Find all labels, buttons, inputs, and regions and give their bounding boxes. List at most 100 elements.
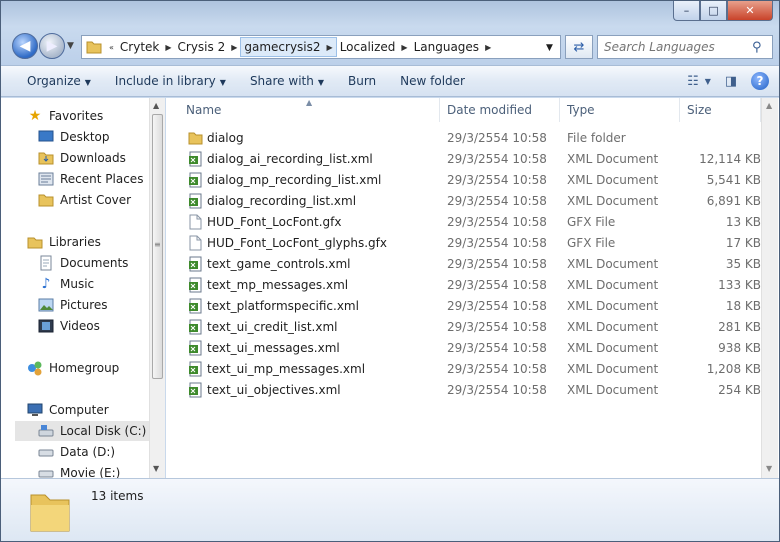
command-bar: Organize ▼ Include in library ▼ Share with… <box>1 65 779 97</box>
file-type: XML Document <box>567 383 659 397</box>
file-size: 1,208 KB <box>706 362 761 376</box>
file-type: XML Document <box>567 152 659 166</box>
column-header-date[interactable]: Date modified <box>440 98 560 122</box>
file-row-dialog[interactable]: dialog 29/3/2554 10:58 File folder <box>166 128 761 149</box>
scroll-thumb[interactable]: ≡ <box>152 114 163 379</box>
breadcrumb-crytek[interactable]: Crytek ▶ <box>117 36 175 58</box>
file-type: XML Document <box>567 194 659 208</box>
preview-pane-icon: ◨ <box>724 73 738 89</box>
column-header-name[interactable]: Name <box>166 98 440 122</box>
xml-file-icon <box>189 298 202 314</box>
nav-label: Downloads <box>60 151 126 165</box>
back-button[interactable]: ◀ <box>12 33 38 59</box>
xml-file-icon <box>189 319 202 335</box>
scroll-down-icon[interactable]: ▼ <box>766 464 772 473</box>
column-header-size[interactable]: Size <box>680 98 761 122</box>
close-button[interactable]: ✕ <box>727 1 773 21</box>
computer-icon <box>27 402 43 418</box>
file-name: text_ui_messages.xml <box>207 341 340 355</box>
file-type: GFX File <box>567 215 616 229</box>
nav-scrollbar[interactable]: ▲ ≡ ▼ <box>149 98 165 478</box>
column-header-type[interactable]: Type <box>560 98 680 122</box>
refresh-button[interactable]: ⇄ <box>565 35 593 59</box>
minimize-button[interactable]: – <box>673 1 700 21</box>
back-arrow-icon: ◀ <box>19 38 31 54</box>
breadcrumb-label: Localized <box>339 40 396 54</box>
file-row[interactable]: dialog_recording_list.xml 29/3/2554 10:5… <box>166 191 761 212</box>
preview-pane-button[interactable]: ◨ <box>719 70 743 92</box>
file-date: 29/3/2554 10:58 <box>447 362 547 376</box>
file-date: 29/3/2554 10:58 <box>447 215 547 229</box>
file-row[interactable]: text_ui_objectives.xml 29/3/2554 10:58 X… <box>166 380 761 401</box>
nav-label: Local Disk (C:) <box>60 424 147 438</box>
file-name: text_ui_mp_messages.xml <box>207 362 366 376</box>
file-row[interactable]: text_mp_messages.xml 29/3/2554 10:58 XML… <box>166 275 761 296</box>
help-button[interactable]: ? <box>751 72 769 90</box>
share-with-button[interactable]: Share with ▼ <box>238 74 336 88</box>
history-dropdown-icon[interactable]: ▼ <box>67 41 74 51</box>
file-row[interactable]: text_game_controls.xml 29/3/2554 10:58 X… <box>166 254 761 275</box>
change-view-button[interactable]: ☷ ▼ <box>687 70 711 92</box>
breadcrumb-chevron-icon[interactable]: ▶ <box>398 43 410 52</box>
burn-button[interactable]: Burn <box>336 74 388 88</box>
scroll-down-icon[interactable]: ▼ <box>153 464 159 473</box>
file-row[interactable]: HUD_Font_LocFont.gfx 29/3/2554 10:58 GFX… <box>166 212 761 233</box>
navigation-pane: ★ Favorites Desktop Downloads Recent Plac… <box>1 98 165 480</box>
address-dropdown-icon[interactable]: ▼ <box>546 43 553 53</box>
file-size: 13 KB <box>725 215 761 229</box>
homegroup-icon <box>27 360 43 376</box>
file-date: 29/3/2554 10:58 <box>447 320 547 334</box>
star-icon: ★ <box>28 108 42 124</box>
xml-file-icon <box>189 193 202 209</box>
file-row[interactable]: text_ui_mp_messages.xml 29/3/2554 10:58 … <box>166 359 761 380</box>
organize-button[interactable]: Organize ▼ <box>15 74 103 88</box>
search-icon[interactable]: ⚲ <box>752 40 762 55</box>
breadcrumb-chevron-icon[interactable]: ▶ <box>162 43 174 52</box>
nav-label: Pictures <box>60 298 108 312</box>
file-row[interactable]: text_platformspecific.xml 29/3/2554 10:5… <box>166 296 761 317</box>
drive-icon <box>38 444 54 460</box>
file-type: GFX File <box>567 236 616 250</box>
breadcrumb-gamecrysis2[interactable]: gamecrysis2 ▶ <box>240 37 337 57</box>
file-size: 5,541 KB <box>706 173 761 187</box>
file-date: 29/3/2554 10:58 <box>447 383 547 397</box>
column-label: Size <box>687 103 712 117</box>
file-type: XML Document <box>567 320 659 334</box>
music-icon: ♪ <box>41 276 51 292</box>
search-box[interactable]: ⚲ <box>597 35 773 59</box>
forward-button[interactable]: ▶ <box>39 33 65 59</box>
file-date: 29/3/2554 10:58 <box>447 299 547 313</box>
drive-icon <box>38 423 54 439</box>
nav-label: Favorites <box>49 109 104 123</box>
include-in-library-button[interactable]: Include in library ▼ <box>103 74 238 88</box>
scroll-up-icon[interactable]: ▲ <box>153 101 159 110</box>
breadcrumb-crysis2[interactable]: Crysis 2 ▶ <box>175 36 241 58</box>
search-input[interactable] <box>604 40 752 54</box>
breadcrumb-chevron-icon[interactable]: ▶ <box>324 43 336 52</box>
xml-file-icon <box>189 277 202 293</box>
new-folder-button[interactable]: New folder <box>388 74 477 88</box>
scroll-up-icon[interactable]: ▲ <box>766 101 772 110</box>
maximize-button[interactable]: □ <box>700 1 727 21</box>
breadcrumb-localized[interactable]: Localized ▶ <box>337 36 411 58</box>
breadcrumb-chevron-icon[interactable]: ▶ <box>482 43 494 52</box>
xml-file-icon <box>189 172 202 188</box>
file-row[interactable]: text_ui_credit_list.xml 29/3/2554 10:58 … <box>166 317 761 338</box>
videos-icon <box>38 318 54 334</box>
file-size: 6,891 KB <box>706 194 761 208</box>
file-row[interactable]: dialog_ai_recording_list.xml 29/3/2554 1… <box>166 149 761 170</box>
file-row[interactable]: dialog_mp_recording_list.xml 29/3/2554 1… <box>166 170 761 191</box>
breadcrumb-overflow[interactable]: « <box>106 43 117 52</box>
file-date: 29/3/2554 10:58 <box>447 152 547 166</box>
file-name: text_mp_messages.xml <box>207 278 349 292</box>
file-name: text_ui_objectives.xml <box>207 383 341 397</box>
file-list-scrollbar[interactable]: ▲ ▼ <box>761 98 778 478</box>
view-controls: ☷ ▼ ◨ ? <box>687 70 769 92</box>
nav-local-disk-c[interactable]: Local Disk (C:) <box>15 421 149 441</box>
breadcrumb-chevron-icon[interactable]: ▶ <box>228 43 240 52</box>
file-row[interactable]: text_ui_messages.xml 29/3/2554 10:58 XML… <box>166 338 761 359</box>
address-bar[interactable]: « Crytek ▶ Crysis 2 ▶ gamecrysis2 ▶ Localiz… <box>81 35 561 59</box>
file-row[interactable]: HUD_Font_LocFont_glyphs.gfx 29/3/2554 10… <box>166 233 761 254</box>
details-pane: 13 items <box>1 478 779 541</box>
breadcrumb-languages[interactable]: Languages ▶ <box>411 36 495 58</box>
